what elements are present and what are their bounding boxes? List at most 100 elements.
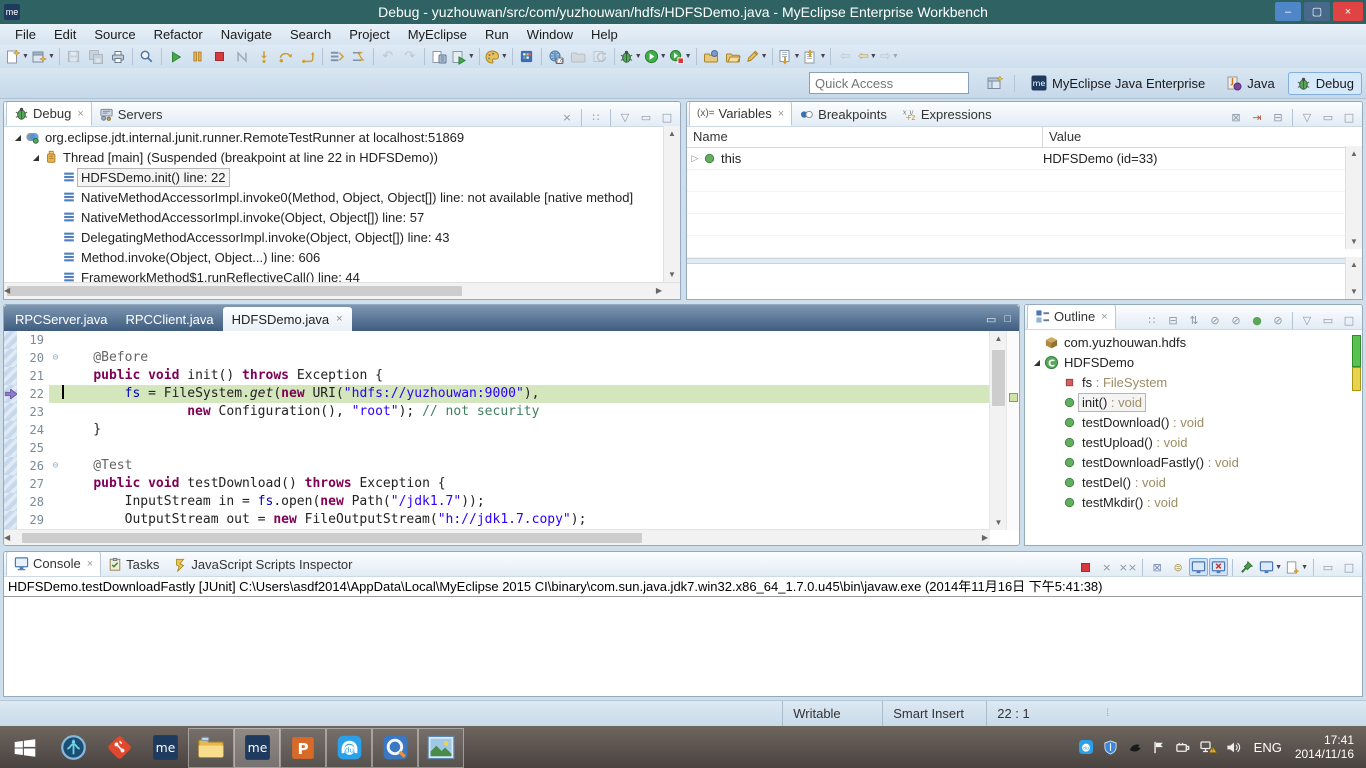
minimize-editor-button[interactable]: ▭ bbox=[986, 313, 996, 326]
open-console-button[interactable]: ▼ bbox=[1284, 558, 1309, 576]
show-console-stdout-button[interactable] bbox=[1189, 558, 1208, 576]
minimize-view-button[interactable]: ▭ bbox=[1318, 108, 1338, 126]
print-button[interactable] bbox=[107, 47, 129, 67]
tab-rpcserver-java[interactable]: RPCServer.java bbox=[6, 307, 116, 331]
step-return-button[interactable] bbox=[297, 47, 319, 67]
tab-tasks[interactable]: Tasks bbox=[101, 553, 166, 576]
perspective-myeclipse-java-enterprise[interactable]: meMyEclipse Java Enterprise bbox=[1023, 71, 1213, 95]
start-button[interactable] bbox=[0, 728, 50, 768]
remove-all-launches-button[interactable]: ×× bbox=[1118, 558, 1138, 576]
debug-tree-row[interactable]: ◢Thread [main] (Suspended (breakpoint at… bbox=[4, 147, 680, 167]
tray-volume-icon[interactable] bbox=[1226, 740, 1241, 755]
mark-occurrences-button[interactable] bbox=[136, 47, 158, 67]
close-button[interactable]: × bbox=[1333, 2, 1363, 21]
debug-tree-row[interactable]: ◢org.eclipse.jdt.internal.junit.runner.R… bbox=[4, 127, 680, 147]
new-wizard-button[interactable]: ▼ bbox=[4, 47, 30, 67]
stack-frame-selected[interactable]: HDFSDemo.init() line: 22 bbox=[4, 167, 680, 187]
skip-all-breakpoints-button[interactable] bbox=[326, 47, 348, 67]
code-line-26[interactable]: 26⊖ @Test bbox=[4, 457, 990, 475]
show-console-stderr-button[interactable] bbox=[1209, 558, 1228, 576]
code-line-19[interactable]: 19 bbox=[4, 331, 990, 349]
taskbar-myeclipse-pinned[interactable]: me bbox=[142, 728, 188, 768]
outline-item-testdownloadfastly-[interactable]: testDownloadFastly() : void bbox=[1025, 452, 1362, 472]
step-over-button[interactable] bbox=[275, 47, 297, 67]
hide-static-members-button[interactable]: ⊘ bbox=[1226, 311, 1246, 329]
clear-console-button[interactable]: ⊠ bbox=[1147, 558, 1167, 576]
variables-detail-pane[interactable] bbox=[687, 264, 1362, 300]
menu-navigate[interactable]: Navigate bbox=[212, 25, 281, 44]
hide-fields-button[interactable]: ⊘ bbox=[1205, 311, 1225, 329]
maximize-view-button[interactable]: □ bbox=[657, 108, 677, 126]
taskbar-powerpoint[interactable]: P bbox=[280, 728, 326, 768]
forward-button[interactable]: ⇨▼ bbox=[878, 47, 900, 67]
menu-help[interactable]: Help bbox=[582, 25, 627, 44]
redo-button[interactable]: ↷ bbox=[399, 47, 421, 67]
display-selected-console-button[interactable]: ▼ bbox=[1258, 558, 1283, 576]
maximize-view-button[interactable]: □ bbox=[1339, 311, 1359, 329]
variables-detail-scrollbar[interactable]: ▲▼ bbox=[1345, 257, 1362, 299]
tray-flag-icon[interactable] bbox=[1152, 740, 1166, 755]
outline-item-init-[interactable]: init() : void bbox=[1025, 392, 1362, 412]
tab-rpcclient-java[interactable]: RPCClient.java bbox=[116, 307, 222, 331]
open-perspective-button[interactable] bbox=[984, 73, 1006, 93]
open-task-button[interactable] bbox=[700, 47, 722, 67]
tray-bird-icon[interactable] bbox=[1127, 740, 1143, 755]
column-value[interactable]: Value bbox=[1043, 127, 1087, 147]
checkin-button[interactable]: ▼ bbox=[801, 47, 827, 67]
menu-window[interactable]: Window bbox=[518, 25, 582, 44]
tab-debug[interactable]: Debug× bbox=[6, 101, 92, 126]
code-line-24[interactable]: 24 } bbox=[4, 421, 990, 439]
menu-project[interactable]: Project bbox=[340, 25, 398, 44]
taskbar-baidu-music[interactable]: du bbox=[326, 728, 372, 768]
menu-run[interactable]: Run bbox=[476, 25, 518, 44]
report-design-button[interactable]: ▼ bbox=[483, 47, 509, 67]
run-on-server-button[interactable]: ▼ bbox=[450, 47, 476, 67]
outline-item-testupload-[interactable]: testUpload() : void bbox=[1025, 432, 1362, 452]
new-project-button[interactable]: ▼ bbox=[30, 47, 56, 67]
debug-horizontal-scrollbar[interactable]: ◀ ▶ bbox=[4, 282, 680, 299]
new-server-button[interactable] bbox=[428, 47, 450, 67]
open-artifact-button[interactable] bbox=[722, 47, 744, 67]
expand-arrow-icon[interactable]: ▷ bbox=[687, 153, 703, 164]
taskbar-clock[interactable]: 17:41 2014/11/16 bbox=[1295, 733, 1354, 761]
back-button[interactable]: ⇦▼ bbox=[856, 47, 878, 67]
terminate-button[interactable] bbox=[209, 47, 231, 67]
tray-security-shield-icon[interactable] bbox=[1103, 740, 1118, 755]
outline-item-com-yuzhouwan-hdfs[interactable]: com.yuzhouwan.hdfs bbox=[1025, 332, 1362, 352]
debug-tree-row[interactable]: Method.invoke(Object, Object...) line: 6… bbox=[4, 247, 680, 267]
console-output-line[interactable]: HDFSDemo.testDownloadFastly [JUnit] C:\U… bbox=[4, 577, 1362, 597]
disconnect-button[interactable] bbox=[231, 47, 253, 67]
code-line-29[interactable]: 29 OutputStream out = new FileOutputStre… bbox=[4, 511, 990, 529]
menu-refactor[interactable]: Refactor bbox=[145, 25, 212, 44]
tab-console[interactable]: Console× bbox=[6, 551, 101, 576]
sort-button[interactable]: ⇅ bbox=[1184, 311, 1204, 329]
show-logical-structures-button[interactable]: ⇥ bbox=[1247, 108, 1267, 126]
hide-local-types-button[interactable]: ⊘ bbox=[1268, 311, 1288, 329]
suspend-button[interactable] bbox=[187, 47, 209, 67]
variable-row-this[interactable]: ▷ this HDFSDemo (id=33) bbox=[687, 148, 1362, 170]
editor-overview-ruler[interactable] bbox=[1006, 331, 1019, 530]
column-name[interactable]: Name bbox=[687, 127, 1043, 147]
minimize-view-button[interactable]: ▭ bbox=[1318, 311, 1338, 329]
outline-item-fs[interactable]: fs : FileSystem bbox=[1025, 372, 1362, 392]
tab-hdfsdemo-java[interactable]: HDFSDemo.java× bbox=[223, 307, 352, 331]
menu-source[interactable]: Source bbox=[85, 25, 144, 44]
tab-expressions[interactable]: xy+zExpressions bbox=[894, 103, 999, 126]
tray-power-icon[interactable] bbox=[1175, 740, 1191, 755]
profile-last-button[interactable]: ▼ bbox=[668, 47, 693, 67]
use-step-filters-button[interactable] bbox=[348, 47, 370, 67]
code-line-28[interactable]: 28 InputStream in = fs.open(new Path("/j… bbox=[4, 493, 990, 511]
focus-button[interactable]: ∷ bbox=[1142, 311, 1162, 329]
deploy-button[interactable] bbox=[567, 47, 589, 67]
checkout-button[interactable]: ▼ bbox=[776, 47, 802, 67]
debug-misc-button[interactable]: ∷ bbox=[586, 108, 606, 126]
last-edit-location-button[interactable]: ⇦ bbox=[834, 47, 856, 67]
tray-baidu-music-icon[interactable]: du bbox=[1078, 739, 1094, 755]
tab-javascript-scripts-inspector[interactable]: JavaScript Scripts Inspector bbox=[166, 553, 359, 576]
code-line-27[interactable]: 27 public void testDownload() throws Exc… bbox=[4, 475, 990, 493]
taskbar-git[interactable] bbox=[96, 728, 142, 768]
view-menu-button[interactable]: ▽ bbox=[1297, 108, 1317, 126]
resume-button[interactable] bbox=[165, 47, 187, 67]
menu-myeclipse[interactable]: MyEclipse bbox=[399, 25, 476, 44]
dashboard-button[interactable] bbox=[516, 47, 538, 67]
